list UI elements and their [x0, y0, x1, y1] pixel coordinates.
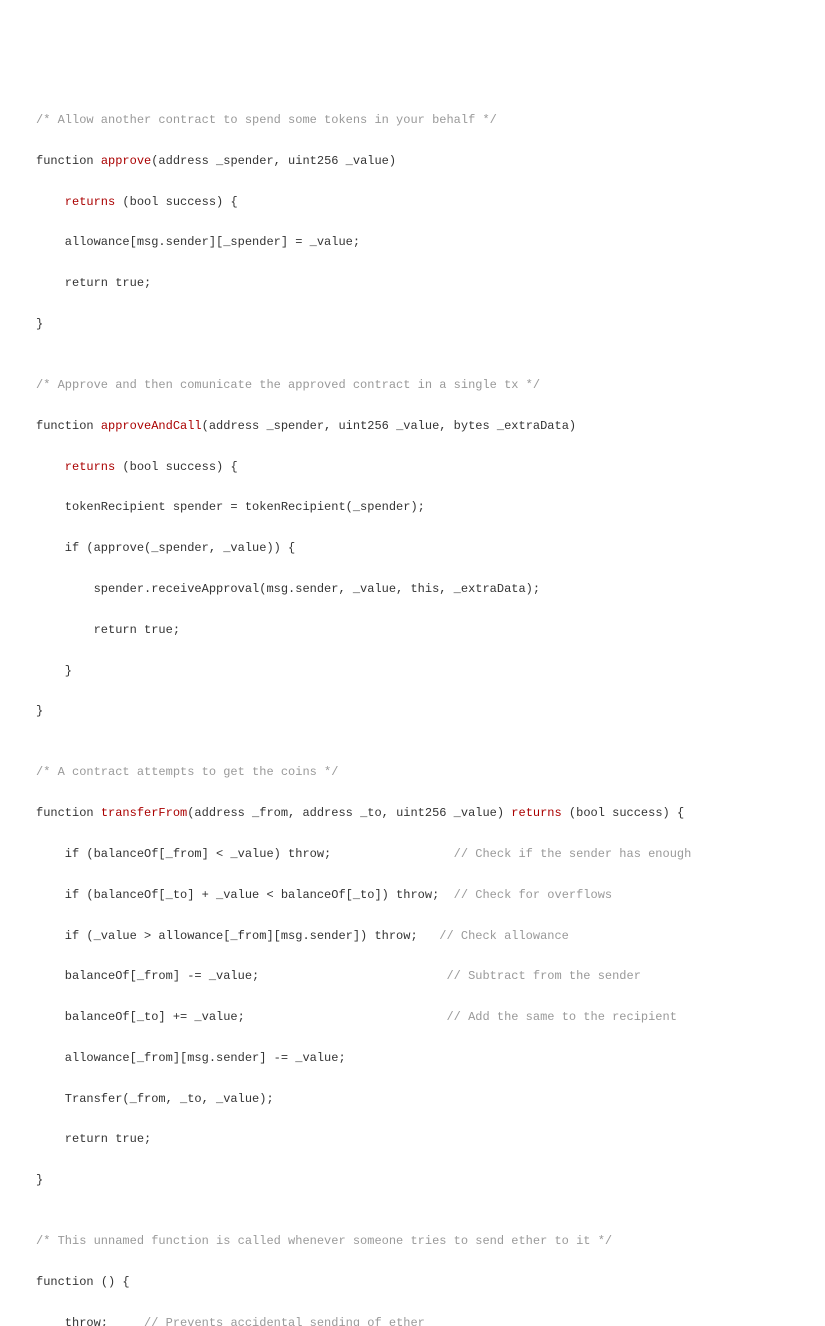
function-name: approve	[101, 154, 151, 168]
code-line: balanceOf[_to] += _value; // Add the sam…	[36, 1007, 825, 1027]
code-line: if (approve(_spender, _value)) {	[36, 538, 825, 558]
inline-comment: // Add the same to the recipient	[446, 1010, 676, 1024]
code-line: return true;	[36, 273, 825, 293]
code-line: function approve(address _spender, uint2…	[36, 151, 825, 171]
code-block: /* Allow another contract to spend some …	[0, 90, 825, 1326]
function-name: approveAndCall	[101, 419, 202, 433]
code-line: function approveAndCall(address _spender…	[36, 416, 825, 436]
comment: /* Approve and then comunicate the appro…	[36, 375, 825, 395]
code-line: if (_value > allowance[_from][msg.sender…	[36, 926, 825, 946]
function-name: transferFrom	[101, 806, 187, 820]
code-line: }	[36, 701, 825, 721]
inline-comment: // Subtract from the sender	[446, 969, 640, 983]
code-line: throw; // Prevents accidental sending of…	[36, 1313, 825, 1326]
code-line: allowance[msg.sender][_spender] = _value…	[36, 232, 825, 252]
inline-comment: // Check for overflows	[454, 888, 612, 902]
comment: /* A contract attempts to get the coins …	[36, 762, 825, 782]
code-line: returns (bool success) {	[36, 457, 825, 477]
code-line: spender.receiveApproval(msg.sender, _val…	[36, 579, 825, 599]
comment: /* Allow another contract to spend some …	[36, 110, 825, 130]
code-line: }	[36, 1170, 825, 1190]
code-line: return true;	[36, 620, 825, 640]
code-line: tokenRecipient spender = tokenRecipient(…	[36, 497, 825, 517]
code-line: return true;	[36, 1129, 825, 1149]
code-line: if (balanceOf[_from] < _value) throw; //…	[36, 844, 825, 864]
code-line: if (balanceOf[_to] + _value < balanceOf[…	[36, 885, 825, 905]
code-line: }	[36, 314, 825, 334]
code-line: allowance[_from][msg.sender] -= _value;	[36, 1048, 825, 1068]
inline-comment: // Check allowance	[439, 929, 569, 943]
code-line: function () {	[36, 1272, 825, 1292]
code-line: function transferFrom(address _from, add…	[36, 803, 825, 823]
code-line: returns (bool success) {	[36, 192, 825, 212]
code-line: balanceOf[_from] -= _value; // Subtract …	[36, 966, 825, 986]
inline-comment: // Check if the sender has enough	[454, 847, 692, 861]
code-line: }	[36, 661, 825, 681]
inline-comment: // Prevents accidental sending of ether	[144, 1316, 425, 1326]
comment: /* This unnamed function is called whene…	[36, 1231, 825, 1251]
code-line: Transfer(_from, _to, _value);	[36, 1089, 825, 1109]
